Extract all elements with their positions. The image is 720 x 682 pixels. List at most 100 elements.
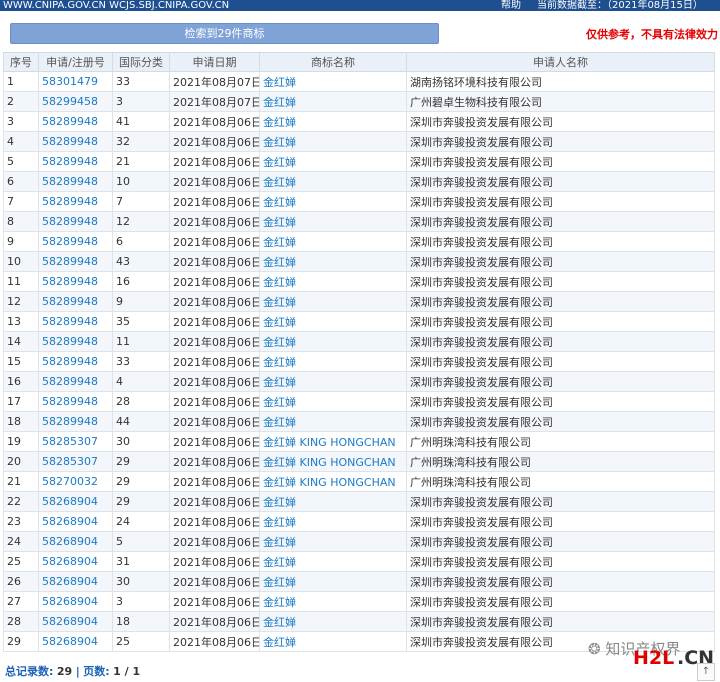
cell-reg-no[interactable]: 58270032 [38, 471, 113, 492]
cell-reg-no[interactable]: 58289948 [38, 311, 113, 332]
cell-date: 2021年08月06日 [169, 251, 260, 272]
cell-reg-no[interactable]: 58289948 [38, 351, 113, 372]
cell-mark-name[interactable]: 金红婵 [259, 251, 407, 272]
cell-mark-name[interactable]: 金红婵 KING HONGCHAN [259, 471, 407, 492]
table-row[interactable]: 28 58268904 18 2021年08月06日 金红婵 深圳市奔骏投资发展有限公司 [3, 611, 715, 632]
cell-reg-no[interactable]: 58289948 [38, 371, 113, 392]
cell-mark-name[interactable]: 金红婵 [259, 411, 407, 432]
cell-mark-name[interactable]: 金红婵 [259, 91, 407, 112]
table-row[interactable]: 17 58289948 28 2021年08月06日 金红婵 深圳市奔骏投资发展有限公司 [3, 391, 715, 412]
cell-mark-name[interactable]: 金红婵 [259, 111, 407, 132]
cell-reg-no[interactable]: 58289948 [38, 411, 113, 432]
cell-class: 12 [112, 211, 170, 232]
table-row[interactable]: 10 58289948 43 2021年08月06日 金红婵 深圳市奔骏投资发展有限公司 [3, 251, 715, 272]
cell-reg-no[interactable]: 58268904 [38, 531, 113, 552]
table-row[interactable]: 1 58301479 33 2021年08月07日 金红婵 湖南扬铭环境科技有限公司 [3, 71, 715, 92]
table-row[interactable]: 26 58268904 30 2021年08月06日 金红婵 深圳市奔骏投资发展有限公司 [3, 571, 715, 592]
table-row[interactable]: 23 58268904 24 2021年08月06日 金红婵 深圳市奔骏投资发展有限公司 [3, 511, 715, 532]
table-row[interactable]: 21 58270032 29 2021年08月06日 金红婵 KING HONGCHAN… [3, 471, 715, 492]
cell-reg-no[interactable]: 58289948 [38, 191, 113, 212]
table-row[interactable]: 27 58268904 3 2021年08月06日 金红婵 深圳市奔骏投资发展有限公司 [3, 591, 715, 612]
cell-mark-name[interactable]: 金红婵 [259, 511, 407, 532]
table-row[interactable]: 15 58289948 33 2021年08月06日 金红婵 深圳市奔骏投资发展有限公司 [3, 351, 715, 372]
cell-mark-name[interactable]: 金红婵 [259, 231, 407, 252]
table-row[interactable]: 4 58289948 32 2021年08月06日 金红婵 深圳市奔骏投资发展有限公司 [3, 131, 715, 152]
table-row[interactable]: 2 58299458 3 2021年08月07日 金红婵 广州碧卓生物科技有限公司 [3, 91, 715, 112]
table-row[interactable]: 12 58289948 9 2021年08月06日 金红婵 深圳市奔骏投资发展有限公司 [3, 291, 715, 312]
cell-mark-name[interactable]: 金红婵 [259, 351, 407, 372]
table-row[interactable]: 14 58289948 11 2021年08月06日 金红婵 深圳市奔骏投资发展有限公司 [3, 331, 715, 352]
cell-mark-name[interactable]: 金红婵 [259, 271, 407, 292]
cell-mark-name[interactable]: 金红婵 [259, 611, 407, 632]
cell-mark-name[interactable]: 金红婵 KING HONGCHAN [259, 451, 407, 472]
cell-reg-no[interactable]: 58289948 [38, 111, 113, 132]
cell-mark-name[interactable]: 金红婵 [259, 491, 407, 512]
cell-reg-no[interactable]: 58268904 [38, 511, 113, 532]
cell-reg-no[interactable]: 58289948 [38, 231, 113, 252]
cell-reg-no[interactable]: 58301479 [38, 71, 113, 92]
table-row[interactable]: 24 58268904 5 2021年08月06日 金红婵 深圳市奔骏投资发展有限公司 [3, 531, 715, 552]
cell-reg-no[interactable]: 58289948 [38, 291, 113, 312]
table-row[interactable]: 6 58289948 10 2021年08月06日 金红婵 深圳市奔骏投资发展有限公司 [3, 171, 715, 192]
cell-mark-name[interactable]: 金红婵 [259, 71, 407, 92]
cell-reg-no[interactable]: 58289948 [38, 131, 113, 152]
table-row[interactable]: 25 58268904 31 2021年08月06日 金红婵 深圳市奔骏投资发展有限公司 [3, 551, 715, 572]
cell-reg-no[interactable]: 58268904 [38, 591, 113, 612]
cell-reg-no[interactable]: 58268904 [38, 631, 113, 652]
table-row[interactable]: 18 58289948 44 2021年08月06日 金红婵 深圳市奔骏投资发展有限公司 [3, 411, 715, 432]
cell-mark-name[interactable]: 金红婵 [259, 391, 407, 412]
cell-applicant: 深圳市奔骏投资发展有限公司 [406, 591, 715, 612]
table-row[interactable]: 13 58289948 35 2021年08月06日 金红婵 深圳市奔骏投资发展有限公司 [3, 311, 715, 332]
cell-mark-name[interactable]: 金红婵 [259, 631, 407, 652]
cell-reg-no[interactable]: 58289948 [38, 271, 113, 292]
cell-mark-name[interactable]: 金红婵 [259, 591, 407, 612]
cell-reg-no[interactable]: 58268904 [38, 571, 113, 592]
cell-mark-name[interactable]: 金红婵 [259, 171, 407, 192]
cell-mark-name[interactable]: 金红婵 [259, 571, 407, 592]
table-row[interactable]: 20 58285307 29 2021年08月06日 金红婵 KING HONGCHAN… [3, 451, 715, 472]
cell-reg-no[interactable]: 58289948 [38, 211, 113, 232]
cell-reg-no[interactable]: 58285307 [38, 451, 113, 472]
cell-mark-name[interactable]: 金红婵 [259, 531, 407, 552]
cell-reg-no[interactable]: 58289948 [38, 391, 113, 412]
table-row[interactable]: 11 58289948 16 2021年08月06日 金红婵 深圳市奔骏投资发展有限公司 [3, 271, 715, 292]
cell-index: 10 [3, 251, 39, 272]
cell-mark-name[interactable]: 金红婵 [259, 131, 407, 152]
table-row[interactable]: 7 58289948 7 2021年08月06日 金红婵 深圳市奔骏投资发展有限公司 [3, 191, 715, 212]
cell-reg-no[interactable]: 58285307 [38, 431, 113, 452]
cell-mark-name[interactable]: 金红婵 [259, 311, 407, 332]
cell-mark-name[interactable]: 金红婵 KING HONGCHAN [259, 431, 407, 452]
cell-mark-name[interactable]: 金红婵 [259, 551, 407, 572]
table-row[interactable]: 19 58285307 30 2021年08月06日 金红婵 KING HONGCHAN… [3, 431, 715, 452]
table-row[interactable]: 22 58268904 29 2021年08月06日 金红婵 深圳市奔骏投资发展有限公司 [3, 491, 715, 512]
cell-reg-no[interactable]: 58289948 [38, 331, 113, 352]
cell-reg-no[interactable]: 58299458 [38, 91, 113, 112]
table-row[interactable]: 9 58289948 6 2021年08月06日 金红婵 深圳市奔骏投资发展有限公司 [3, 231, 715, 252]
cell-mark-name[interactable]: 金红婵 [259, 291, 407, 312]
cell-index: 11 [3, 271, 39, 292]
cell-index: 26 [3, 571, 39, 592]
cell-reg-no[interactable]: 58289948 [38, 151, 113, 172]
cell-mark-name[interactable]: 金红婵 [259, 191, 407, 212]
cell-mark-name[interactable]: 金红婵 [259, 151, 407, 172]
table-row[interactable]: 5 58289948 21 2021年08月06日 金红婵 深圳市奔骏投资发展有限公司 [3, 151, 715, 172]
table-row[interactable]: 8 58289948 12 2021年08月06日 金红婵 深圳市奔骏投资发展有限公司 [3, 211, 715, 232]
cell-reg-no[interactable]: 58289948 [38, 251, 113, 272]
cell-index: 24 [3, 531, 39, 552]
page-up-button[interactable]: ↑ [697, 663, 715, 681]
cell-mark-name[interactable]: 金红婵 [259, 371, 407, 392]
help-link[interactable]: 帮助 [501, 0, 521, 11]
cell-reg-no[interactable]: 58268904 [38, 491, 113, 512]
table-row[interactable]: 3 58289948 41 2021年08月06日 金红婵 深圳市奔骏投资发展有限公司 [3, 111, 715, 132]
search-result-bar[interactable]: 检索到29件商标 [10, 23, 439, 44]
table-row[interactable]: 16 58289948 4 2021年08月06日 金红婵 深圳市奔骏投资发展有限公司 [3, 371, 715, 392]
cell-applicant: 深圳市奔骏投资发展有限公司 [406, 311, 715, 332]
cell-reg-no[interactable]: 58268904 [38, 611, 113, 632]
cell-reg-no[interactable]: 58268904 [38, 551, 113, 572]
cell-date: 2021年08月06日 [169, 351, 260, 372]
cell-mark-name[interactable]: 金红婵 [259, 211, 407, 232]
cell-reg-no[interactable]: 58289948 [38, 171, 113, 192]
site-links[interactable]: WWW.CNIPA.GOV.CN WCJS.SBJ.CNIPA.GOV.CN [3, 0, 229, 11]
cell-date: 2021年08月06日 [169, 551, 260, 572]
cell-mark-name[interactable]: 金红婵 [259, 331, 407, 352]
